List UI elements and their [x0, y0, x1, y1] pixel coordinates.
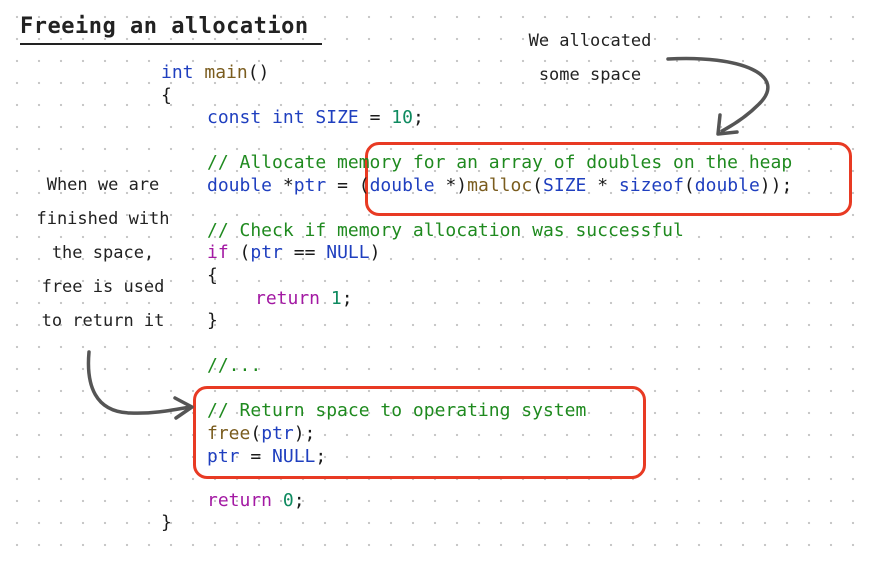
- annotation-arrows: [86, 56, 770, 420]
- arrow-finished: [86, 350, 192, 415]
